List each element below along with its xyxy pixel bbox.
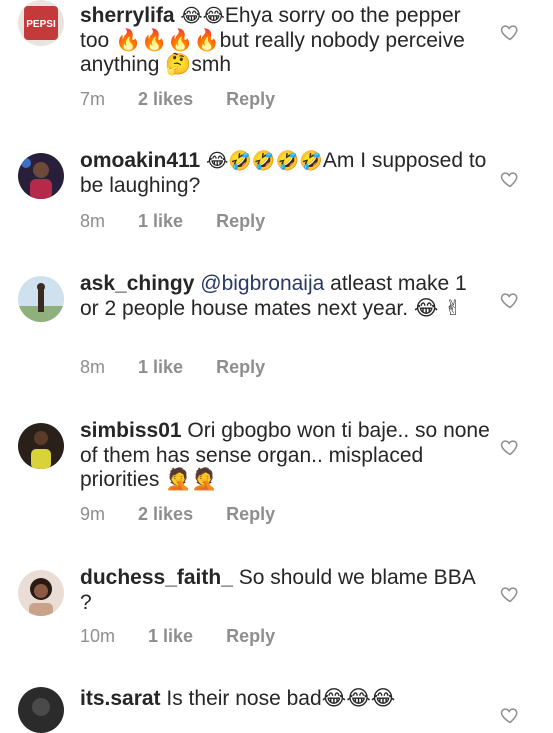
comment-likes[interactable]: 2 likes: [138, 89, 193, 109]
comment-text: ask_chingy @bigbronaija atleast make 1 o…: [80, 272, 490, 321]
mention-link[interactable]: @bigbronaija: [200, 272, 324, 295]
heart-outline-icon[interactable]: [500, 22, 520, 42]
reply-button[interactable]: Reply: [216, 357, 265, 377]
heart-outline-icon[interactable]: [500, 437, 520, 457]
comment-time: 8m: [80, 357, 106, 377]
comment-text: its.sarat Is their nose bad😂😂😂: [80, 687, 490, 712]
reply-button[interactable]: Reply: [226, 626, 275, 646]
reply-button[interactable]: Reply: [226, 89, 275, 109]
comment-list: PEPSI sherrylifa 😂😂Ehya sorry oo the pep…: [0, 0, 553, 733]
comment-username[interactable]: its.sarat: [80, 687, 161, 710]
reply-button[interactable]: Reply: [216, 211, 265, 231]
comment-username[interactable]: omoakin411: [80, 149, 200, 172]
comment-meta: 7m 2 likes Reply: [80, 89, 303, 110]
svg-text:PEPSI: PEPSI: [26, 19, 56, 30]
comment-time: 7m: [80, 89, 106, 109]
comment-username[interactable]: simbiss01: [80, 419, 182, 442]
comment-likes[interactable]: 1 like: [138, 357, 183, 377]
comment-time: 10m: [80, 626, 116, 646]
heart-outline-icon[interactable]: [500, 705, 520, 725]
comment-likes[interactable]: 1 like: [148, 626, 193, 646]
avatar[interactable]: [18, 423, 64, 469]
comment-likes[interactable]: 1 like: [138, 211, 183, 231]
heart-outline-icon[interactable]: [500, 169, 520, 189]
avatar[interactable]: [18, 570, 64, 616]
comment-time: 8m: [80, 211, 106, 231]
comment-text: sherrylifa 😂😂Ehya sorry oo the pepper to…: [80, 4, 490, 78]
comment-text: simbiss01 Ori gbogbo won ti baje.. so no…: [80, 419, 490, 493]
comment-time: 9m: [80, 504, 106, 524]
comment-meta: 9m 2 likes Reply: [80, 504, 303, 525]
comment-username[interactable]: ask_chingy: [80, 272, 194, 295]
comment-meta: 10m 1 like Reply: [80, 626, 303, 647]
heart-outline-icon[interactable]: [500, 584, 520, 604]
avatar[interactable]: PEPSI: [18, 0, 64, 46]
comment-emoji: 😂😂: [180, 5, 225, 27]
comment-meta: 8m 1 like Reply: [80, 211, 293, 232]
comment-text: duchess_faith_ So should we blame BBA ?: [80, 566, 490, 615]
comment-body: Is their nose bad😂😂😂: [166, 687, 396, 710]
comment-username[interactable]: duchess_faith_: [80, 566, 233, 589]
comment-emoji: 😂🤣🤣🤣🤣: [206, 150, 323, 172]
heart-outline-icon[interactable]: [500, 290, 520, 310]
comment-meta: 8m 1 like Reply: [80, 357, 293, 378]
avatar[interactable]: [18, 276, 64, 322]
reply-button[interactable]: Reply: [226, 504, 275, 524]
comment-username[interactable]: sherrylifa: [80, 4, 175, 27]
comment-likes[interactable]: 2 likes: [138, 504, 193, 524]
comment-text: omoakin411 😂🤣🤣🤣🤣Am I supposed to be laug…: [80, 149, 490, 198]
avatar[interactable]: [18, 687, 64, 733]
avatar[interactable]: [18, 153, 64, 199]
